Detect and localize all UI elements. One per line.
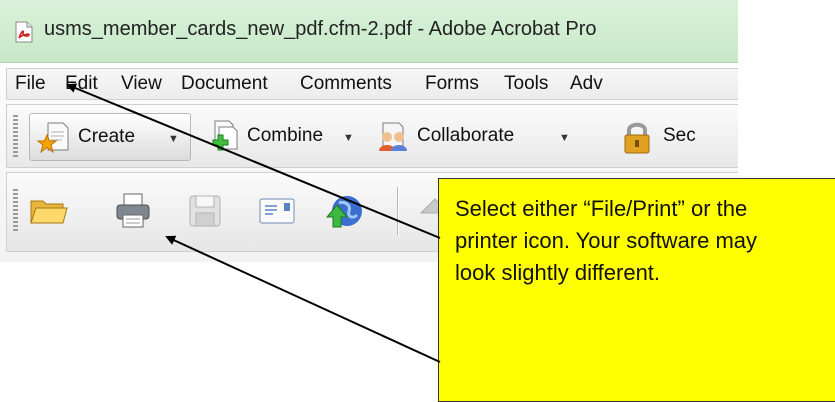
arrow-to-file-menu bbox=[66, 83, 441, 239]
arrow-to-print-icon bbox=[165, 235, 441, 363]
annotation-arrows bbox=[66, 83, 441, 363]
